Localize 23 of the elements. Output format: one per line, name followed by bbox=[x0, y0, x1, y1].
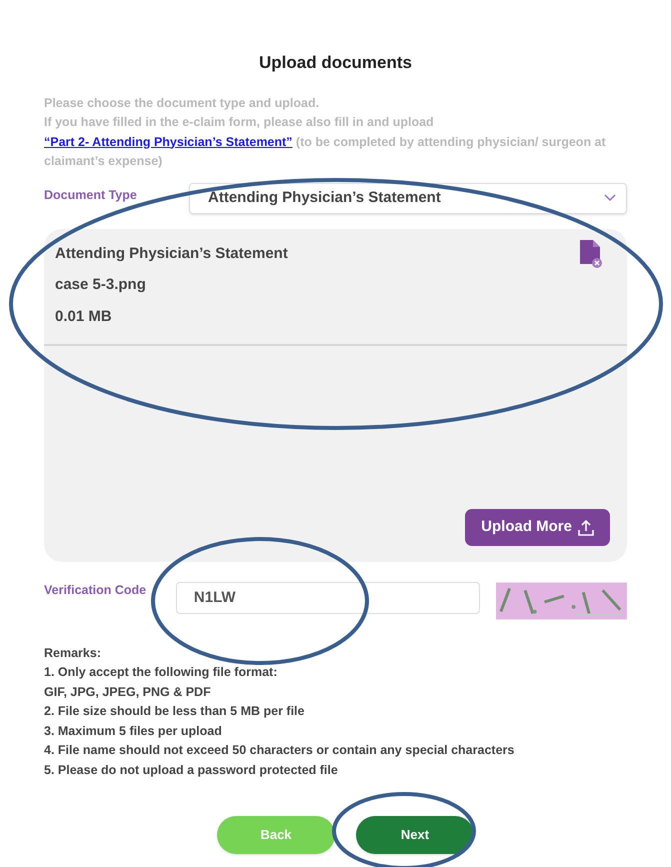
remark-text: 4. File name should not exceed 50 characters or contain any special characters bbox=[44, 742, 516, 759]
document-type-select[interactable]: Attending Physician’s Statement bbox=[189, 182, 627, 214]
remark-text: 2. File size should be less than 5 MB per file bbox=[44, 703, 306, 720]
remark-text: Remarks: bbox=[44, 644, 102, 662]
document-link[interactable]: “Part 2- Attending Physician’s Statement” bbox=[44, 134, 292, 148]
delete-file-icon[interactable] bbox=[580, 240, 602, 268]
remark-text: 1. Only accept the following file format: bbox=[44, 664, 278, 681]
remark-text: 5. Please do not upload a password protected file bbox=[44, 762, 339, 779]
field-label: Verification Code bbox=[44, 582, 148, 600]
file-name: case 5-3.png bbox=[55, 275, 147, 295]
upload-icon bbox=[578, 518, 594, 536]
remark-text: GIF, JPG, JPEG, PNG & PDF bbox=[44, 684, 212, 700]
field-label: Document Type bbox=[44, 186, 138, 204]
instruction-text: If you have filled in the e-claim form, please also fill in and upload “Part 2- Attending Physician’s Statement” (to be completed by attending physician/ surgeon at claimant’s expense) bbox=[44, 114, 607, 170]
upload-more-button[interactable]: Upload More bbox=[465, 508, 610, 546]
file-size: 0.01 MB bbox=[55, 306, 113, 326]
verification-code-input[interactable]: N1LW bbox=[176, 582, 480, 614]
instruction-text: Please choose the document type and upload. bbox=[44, 94, 320, 112]
page-title: Upload documents bbox=[258, 52, 413, 74]
next-button[interactable]: Next bbox=[356, 816, 474, 854]
remark-text: 3. Maximum 5 files per upload bbox=[44, 722, 223, 740]
document-name: Attending Physician’s Statement bbox=[55, 244, 288, 264]
chevron-down-icon bbox=[604, 194, 616, 202]
